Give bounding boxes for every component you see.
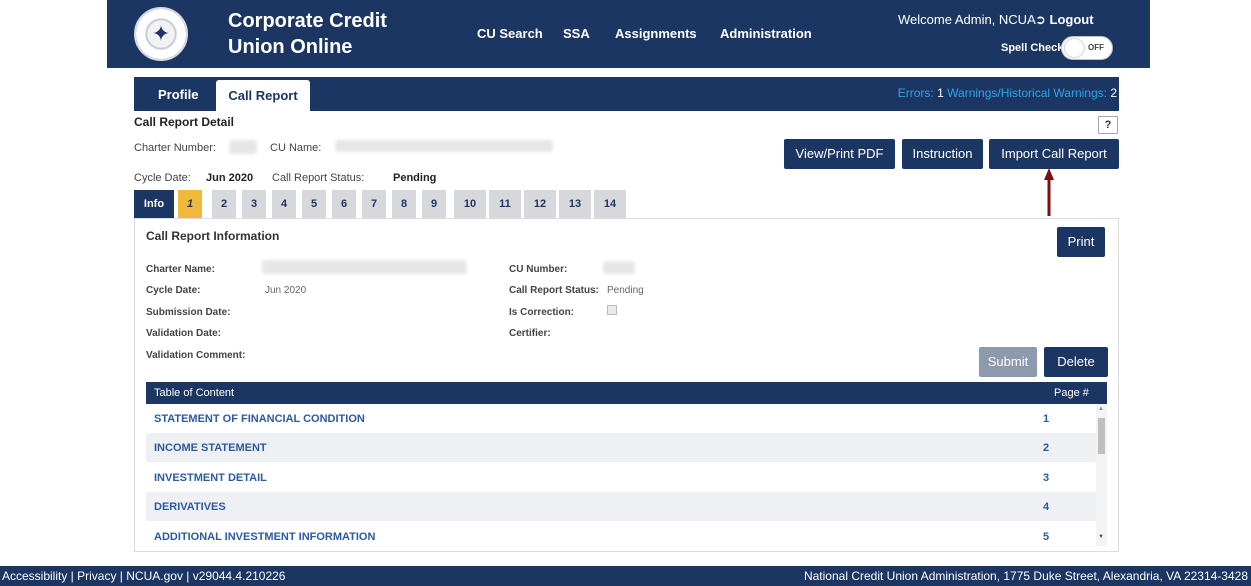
toc-page[interactable]: 4	[1043, 501, 1049, 513]
page-tab-11[interactable]: 11	[489, 190, 521, 218]
table-row[interactable]: INVESTMENT DETAIL 3	[146, 463, 1096, 492]
footer-links[interactable]: Accessibility | Privacy | NCUA.gov | v29…	[2, 569, 285, 583]
page-tab-8[interactable]: 8	[392, 190, 416, 218]
toggle-knob	[1065, 39, 1084, 57]
page-tab-13[interactable]: 13	[559, 190, 591, 218]
info-status-value: Pending	[607, 285, 644, 296]
table-row[interactable]: INCOME STATEMENT 2	[146, 433, 1096, 462]
sub-nav: Profile Call Report Errors: 1 Warnings/H…	[134, 77, 1119, 111]
info-cycle-date-label: Cycle Date:	[146, 285, 201, 296]
toc-page[interactable]: 3	[1043, 472, 1049, 484]
toc-scrollbar[interactable]: ▲ ▼	[1096, 404, 1107, 546]
instruction-button[interactable]: Instruction	[902, 139, 983, 169]
footer-address: National Credit Union Administration, 17…	[803, 569, 1248, 583]
submission-date-label: Submission Date:	[146, 307, 231, 318]
footer: Accessibility | Privacy | NCUA.gov | v29…	[0, 566, 1251, 586]
app-title[interactable]: Corporate Credit Union Online	[228, 8, 387, 60]
toc-header-title: Table of Content	[154, 387, 235, 399]
tab-profile[interactable]: Profile	[158, 87, 198, 102]
toc-link[interactable]: INVESTMENT DETAIL	[154, 472, 267, 484]
page-tab-10[interactable]: 10	[454, 190, 486, 218]
errors-warnings[interactable]: Errors: 1 Warnings/Historical Warnings: …	[898, 86, 1117, 100]
warnings-label: Warnings/Historical Warnings:	[947, 86, 1107, 100]
nav-administration[interactable]: Administration	[720, 26, 812, 41]
charter-name-label: Charter Name:	[146, 264, 215, 275]
app-title-line2: Union Online	[228, 36, 353, 58]
toc-link[interactable]: STATEMENT OF FINANCIAL CONDITION	[154, 413, 365, 425]
cu-name-label: CU Name:	[270, 142, 322, 154]
cycle-date-value: Jun 2020	[206, 172, 254, 184]
page-tab-3[interactable]: 3	[242, 190, 266, 218]
certifier-label: Certifier:	[509, 328, 551, 339]
scroll-up-icon[interactable]: ▲	[1098, 406, 1104, 412]
page-tab-2[interactable]: 2	[212, 190, 236, 218]
cu-number-label: CU Number:	[509, 264, 568, 275]
toc-link[interactable]: DERIVATIVES	[154, 501, 226, 513]
cycle-date-label: Cycle Date:	[134, 172, 191, 184]
toggle-state: OFF	[1088, 43, 1104, 52]
import-call-report-button[interactable]: Import Call Report	[989, 139, 1119, 169]
logout-link[interactable]: ➲ Logout	[1035, 12, 1094, 28]
validation-comment-label: Validation Comment:	[146, 350, 246, 361]
spell-check-toggle[interactable]: OFF	[1061, 36, 1113, 60]
nav-ssa[interactable]: SSA	[563, 26, 590, 41]
warnings-count: 2	[1110, 86, 1117, 100]
toc-page[interactable]: 2	[1043, 442, 1049, 454]
page-tab-5[interactable]: 5	[302, 190, 326, 218]
logout-label: Logout	[1049, 12, 1094, 27]
call-report-info-title: Call Report Information	[146, 229, 280, 243]
status-label: Call Report Status:	[272, 172, 365, 184]
cu-number-value-redacted	[603, 261, 635, 274]
print-button[interactable]: Print	[1057, 227, 1105, 257]
welcome-text: Welcome Admin, NCUA	[898, 12, 1036, 27]
errors-count: 1	[937, 86, 944, 100]
call-report-detail-title: Call Report Detail	[134, 115, 235, 129]
toc-link[interactable]: ADDITIONAL INVESTMENT INFORMATION	[154, 531, 375, 543]
app-title-line1: Corporate Credit	[228, 10, 387, 32]
tab-call-report[interactable]: Call Report	[216, 80, 310, 111]
page-tab-14[interactable]: 14	[594, 190, 626, 218]
status-value: Pending	[393, 172, 437, 184]
page-tab-4[interactable]: 4	[272, 190, 296, 218]
is-correction-checkbox[interactable]	[607, 305, 617, 315]
page-tab-12[interactable]: 12	[524, 190, 556, 218]
charter-number-label: Charter Number:	[134, 142, 216, 154]
toc-page[interactable]: 1	[1043, 413, 1049, 425]
table-row[interactable]: ADDITIONAL INVESTMENT INFORMATION 5	[146, 522, 1096, 546]
page-tab-1[interactable]: 1	[178, 190, 202, 218]
nav-assignments[interactable]: Assignments	[615, 26, 697, 41]
is-correction-label: Is Correction:	[509, 307, 575, 318]
errors-label: Errors:	[897, 86, 934, 100]
page-tab-9[interactable]: 9	[422, 190, 446, 218]
toc-header: Table of Content Page #	[146, 382, 1107, 404]
toc-page[interactable]: 5	[1043, 531, 1049, 543]
toc-header-page: Page #	[1054, 387, 1089, 399]
help-button[interactable]: ?	[1098, 116, 1118, 134]
charter-name-value-redacted	[262, 260, 467, 274]
view-print-pdf-button[interactable]: View/Print PDF	[784, 139, 895, 169]
toc-table: STATEMENT OF FINANCIAL CONDITION 1 INCOM…	[146, 404, 1107, 546]
scroll-thumb[interactable]	[1098, 418, 1105, 454]
up-arrow-annotation-icon	[1044, 168, 1054, 216]
eagle-icon: ✦	[151, 21, 171, 46]
info-status-label: Call Report Status:	[509, 285, 600, 296]
ncua-seal-logo: ✦	[134, 7, 188, 61]
spell-check-label: Spell Check	[1001, 42, 1064, 54]
page-tab-6[interactable]: 6	[332, 190, 356, 218]
page-tab-7[interactable]: 7	[362, 190, 386, 218]
logout-icon: ➲	[1035, 12, 1046, 27]
delete-button[interactable]: Delete	[1044, 347, 1108, 377]
charter-number-value-redacted	[229, 140, 257, 154]
page-tab-info[interactable]: Info	[134, 190, 174, 218]
toc-link[interactable]: INCOME STATEMENT	[154, 442, 267, 454]
table-row[interactable]: DERIVATIVES 4	[146, 492, 1096, 521]
table-row[interactable]: STATEMENT OF FINANCIAL CONDITION 1	[146, 404, 1096, 433]
nav-cu-search[interactable]: CU Search	[477, 26, 543, 41]
info-cycle-date-value: Jun 2020	[265, 285, 307, 296]
submit-button[interactable]: Submit	[979, 347, 1037, 377]
validation-date-label: Validation Date:	[146, 328, 222, 339]
cu-name-value-redacted	[335, 140, 553, 152]
scroll-down-icon[interactable]: ▼	[1098, 534, 1104, 540]
